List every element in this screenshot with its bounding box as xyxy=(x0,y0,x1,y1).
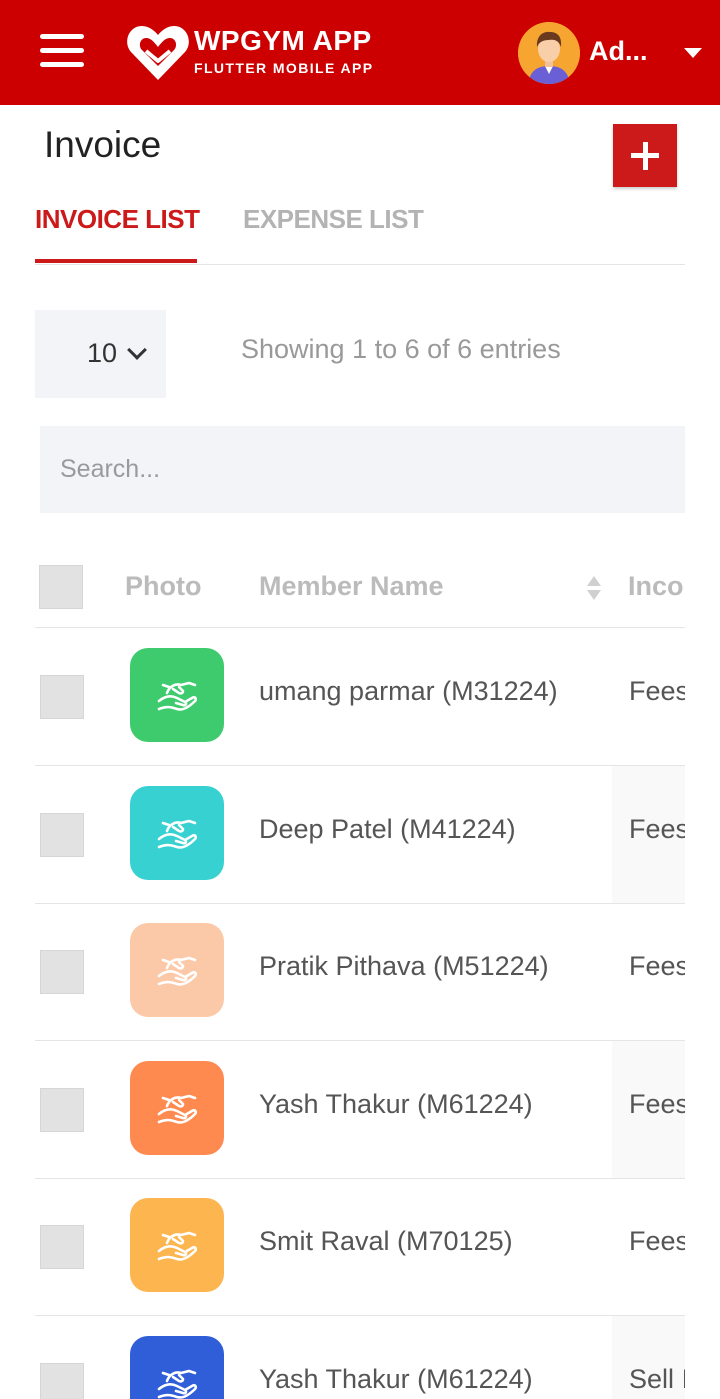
income-type: Fees xyxy=(629,1089,685,1119)
app-title: WPGYM APP xyxy=(194,25,372,56)
app-logo: WPGYM APP FLUTTER MOBILE APP xyxy=(126,22,396,84)
table-header: Photo Member Name Inco xyxy=(35,548,685,628)
table-row[interactable]: Yash Thakur (M61224) Fees xyxy=(35,1041,685,1179)
income-type: Fees xyxy=(629,814,685,844)
sort-icon[interactable] xyxy=(587,576,601,602)
row-checkbox[interactable] xyxy=(40,813,84,857)
member-photo xyxy=(130,1336,224,1399)
tab-bar: INVOICE LIST EXPENSE LIST xyxy=(35,200,685,265)
handshake-icon xyxy=(157,1231,198,1261)
income-type: Sell I xyxy=(629,1364,685,1394)
row-checkbox[interactable] xyxy=(40,1088,84,1132)
table-row[interactable]: Smit Raval (M70125) Fees xyxy=(35,1178,685,1316)
member-name: Pratik Pithava (M51224) xyxy=(259,951,549,981)
avatar-person-icon xyxy=(518,22,580,84)
row-checkbox[interactable] xyxy=(40,675,84,719)
page-size-value: 10 xyxy=(87,338,118,368)
member-name: Yash Thakur (M61224) xyxy=(259,1364,533,1394)
user-name[interactable]: Ad... xyxy=(589,36,648,67)
add-invoice-button[interactable] xyxy=(613,124,677,187)
handshake-icon xyxy=(157,1369,198,1399)
entries-info: Showing 1 to 6 of 6 entries xyxy=(241,334,561,364)
invoice-table: Photo Member Name Inco umang parmar (M31… xyxy=(35,548,685,1399)
handshake-icon xyxy=(157,956,198,986)
handshake-icon xyxy=(157,681,198,711)
row-checkbox[interactable] xyxy=(40,1225,84,1269)
member-name: umang parmar (M31224) xyxy=(259,676,558,706)
column-header-photo: Photo xyxy=(125,571,202,601)
income-type: Fees xyxy=(629,1226,685,1256)
handshake-icon xyxy=(157,819,198,849)
heart-handshake-logo-icon xyxy=(127,25,189,80)
member-photo xyxy=(130,1198,224,1292)
income-type: Fees xyxy=(629,951,685,981)
table-row[interactable]: Pratik Pithava (M51224) Fees xyxy=(35,903,685,1041)
page-size-select[interactable]: 10 xyxy=(35,310,166,398)
income-cell: Sell I xyxy=(612,1316,685,1399)
member-name: Yash Thakur (M61224) xyxy=(259,1089,533,1119)
income-cell: Fees xyxy=(612,1041,685,1178)
active-tab-indicator xyxy=(35,259,197,263)
member-photo xyxy=(130,786,224,880)
income-cell: Fees xyxy=(612,628,685,765)
row-checkbox[interactable] xyxy=(40,1363,84,1399)
member-name: Deep Patel (M41224) xyxy=(259,814,516,844)
member-name: Smit Raval (M70125) xyxy=(259,1226,513,1256)
income-type: Fees xyxy=(629,676,685,706)
tab-invoice-list[interactable]: INVOICE LIST xyxy=(35,204,200,235)
income-cell: Fees xyxy=(612,903,685,1040)
user-menu-dropdown-icon[interactable] xyxy=(684,48,702,58)
column-header-income[interactable]: Inco xyxy=(628,571,684,602)
page-title: Invoice xyxy=(44,124,162,165)
search-input[interactable] xyxy=(40,426,685,513)
user-avatar[interactable] xyxy=(518,22,580,84)
member-photo xyxy=(130,648,224,742)
table-row[interactable]: umang parmar (M31224) Fees xyxy=(35,628,685,766)
app-header: WPGYM APP FLUTTER MOBILE APP Ad... xyxy=(0,0,720,105)
app-subtitle: FLUTTER MOBILE APP xyxy=(194,60,374,76)
table-row[interactable]: Deep Patel (M41224) Fees xyxy=(35,766,685,904)
tab-expense-list[interactable]: EXPENSE LIST xyxy=(243,204,424,235)
column-header-member-name[interactable]: Member Name xyxy=(259,571,444,602)
handshake-icon xyxy=(157,1094,198,1124)
income-cell: Fees xyxy=(612,1178,685,1315)
hamburger-menu-icon[interactable] xyxy=(40,34,84,68)
chevron-down-icon xyxy=(127,340,147,360)
table-row[interactable]: Yash Thakur (M61224) Sell I xyxy=(35,1316,685,1399)
income-cell: Fees xyxy=(612,766,685,903)
member-photo xyxy=(130,1061,224,1155)
member-photo xyxy=(130,923,224,1017)
select-all-checkbox[interactable] xyxy=(39,565,83,609)
row-checkbox[interactable] xyxy=(40,950,84,994)
